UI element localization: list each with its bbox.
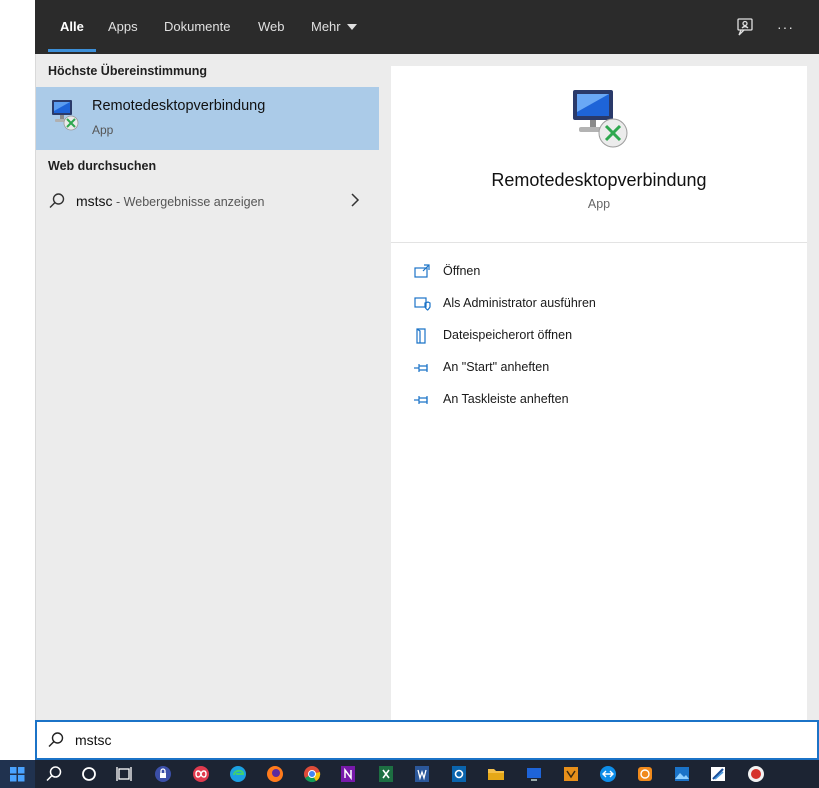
open-icon (413, 263, 431, 281)
web-search-heading: Web durchsuchen (48, 159, 157, 173)
admin-shield-icon (413, 295, 431, 313)
windows-start-icon (10, 767, 25, 782)
infinity-app-icon[interactable] (191, 764, 211, 784)
more-options-icon[interactable]: ··· (777, 16, 799, 38)
search-icon (47, 731, 65, 749)
filter-tab-bar: Alle Apps Dokumente Web Mehr ··· (35, 0, 819, 54)
action-open-file-location-label: Dateispeicherort öffnen (443, 328, 573, 342)
best-match-result[interactable]: Remotedesktopverbindung App (36, 87, 380, 150)
tab-apps[interactable]: Apps (108, 0, 138, 54)
detail-app-type: App (587, 197, 611, 211)
best-match-heading: Höchste Übereinstimmung (48, 64, 208, 78)
desktop-background (0, 0, 35, 760)
tab-documents[interactable]: Dokumente (164, 0, 230, 54)
search-icon (48, 192, 66, 210)
web-search-hint: - Webergebnisse anzeigen (112, 195, 265, 209)
action-pin-to-start-label: An "Start" anheften (443, 360, 550, 374)
start-search-window: Alle Apps Dokumente Web Mehr ··· Höchste… (0, 0, 819, 788)
web-search-query: mstsc (76, 193, 113, 209)
best-match-type: App (92, 123, 114, 137)
teamviewer-icon[interactable] (598, 764, 618, 784)
action-open[interactable]: Öffnen (413, 260, 793, 284)
tab-web[interactable]: Web (258, 0, 285, 54)
divider (391, 242, 807, 243)
action-run-as-admin-label: Als Administrator ausführen (443, 296, 596, 310)
caret-down-icon (346, 23, 357, 30)
photos-icon[interactable] (672, 764, 692, 784)
results-pane: Höchste Übereinstimmung Remotedesktopver… (35, 54, 380, 720)
file-explorer-icon[interactable] (486, 764, 506, 784)
chevron-right-icon[interactable] (350, 193, 360, 207)
app-red-icon[interactable] (746, 764, 766, 784)
firefox-icon[interactable] (265, 764, 285, 784)
best-match-name: Remotedesktopverbindung (92, 98, 266, 114)
detail-pane: Remotedesktopverbindung App Öffnen Als A… (391, 66, 807, 720)
remote-desktop-taskbar-icon[interactable] (524, 764, 544, 784)
keepass-icon[interactable] (153, 764, 173, 784)
web-search-result[interactable]: mstsc - Webergebnisse anzeigen (36, 182, 380, 220)
pin-icon (413, 359, 431, 377)
word-icon[interactable] (412, 764, 432, 784)
tab-all[interactable]: Alle (48, 0, 96, 54)
task-view-icon[interactable] (114, 764, 134, 784)
excel-icon[interactable] (376, 764, 396, 784)
edge-icon[interactable] (228, 764, 248, 784)
detail-app-name: Remotedesktopverbindung (491, 170, 707, 190)
taskbar (0, 760, 819, 788)
file-location-icon (413, 327, 431, 345)
cortana-icon[interactable] (79, 764, 99, 784)
action-pin-to-taskbar-label: An Taskleiste anheften (443, 392, 569, 406)
search-box[interactable] (35, 720, 819, 760)
remote-desktop-large-icon (569, 86, 633, 152)
action-pin-to-taskbar[interactable]: An Taskleiste anheften (413, 388, 793, 412)
action-open-file-location[interactable]: Dateispeicherort öffnen (413, 324, 793, 348)
tab-more-label: Mehr (311, 19, 341, 34)
tab-more[interactable]: Mehr (311, 0, 357, 54)
app-sync-icon[interactable] (635, 764, 655, 784)
search-input[interactable] (75, 730, 775, 750)
action-run-as-admin[interactable]: Als Administrator ausführen (413, 292, 793, 316)
start-button[interactable] (0, 760, 35, 788)
outlook-icon[interactable] (449, 764, 469, 784)
taskbar-search-icon[interactable] (44, 764, 64, 784)
app-orange-icon[interactable] (561, 764, 581, 784)
remote-desktop-icon (49, 98, 81, 132)
feedback-icon[interactable] (734, 16, 756, 38)
pin-icon (413, 391, 431, 409)
app-checkmark-icon[interactable] (708, 764, 728, 784)
web-search-text: mstsc - Webergebnisse anzeigen (76, 193, 265, 209)
chrome-icon[interactable] (302, 764, 322, 784)
onenote-icon[interactable] (338, 764, 358, 784)
action-pin-to-start[interactable]: An "Start" anheften (413, 356, 793, 380)
action-open-label: Öffnen (443, 264, 481, 278)
